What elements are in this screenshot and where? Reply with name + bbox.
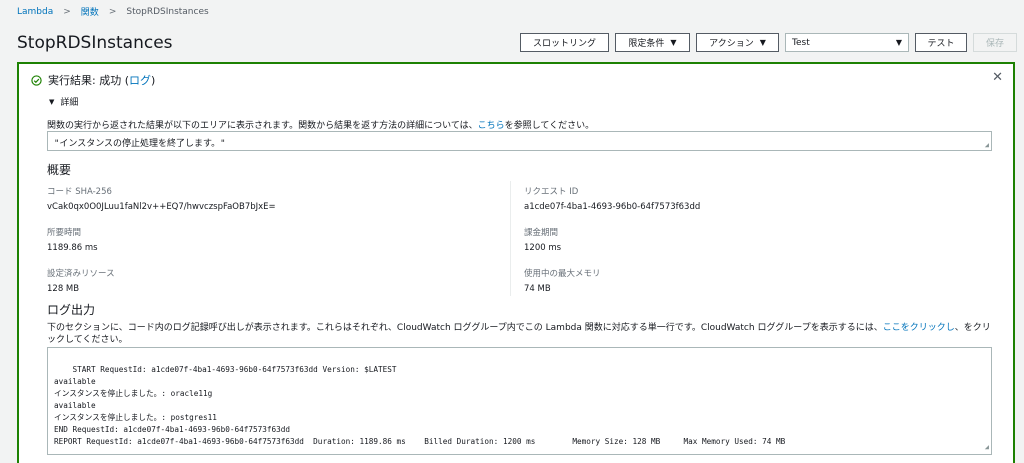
max-memory-label: 使用中の最大メモリ [524,269,601,279]
throttle-button[interactable]: スロットリング [520,33,609,52]
status-prefix: 実行結果: 成功 ( [48,74,129,87]
duration-label: 所要時間 [47,228,82,238]
toolbar: スロットリング 限定条件 ▼ アクション ▼ Test ▼ テスト 保存 [520,33,1017,52]
actions-label: アクション [709,39,754,49]
result-output-text: "インスタンスの停止処理を終了します。" [54,139,226,149]
test-event-value: Test [792,37,810,48]
request-id-value: a1cde07f-4ba1-4693-96b0-64f7573f63dd [524,202,701,212]
test-event-select[interactable]: Test ▼ [785,33,909,52]
caret-down-icon: ▼ [670,38,677,47]
status-text: 実行結果: 成功 (ログ) [48,72,155,88]
breadcrumb-functions[interactable]: 関数 [81,5,99,18]
success-check-icon [31,74,42,86]
details-label: 詳細 [60,98,79,108]
actions-button[interactable]: アクション ▼ [696,33,779,52]
request-id-label: リクエスト ID [524,187,579,197]
log-output-text: START RequestId: a1cde07f-4ba1-4693-96b0… [54,365,786,446]
cloudwatch-link[interactable]: ここをクリックし [883,323,955,333]
test-button[interactable]: テスト [915,33,967,52]
close-icon[interactable]: ✕ [992,70,1003,85]
throttle-label: スロットリング [532,39,596,49]
code-sha-value: vCak0qx0O0JLuu1faNl2v++EQ7/hwvczspFaOB7b… [47,202,276,212]
page-title: StopRDSInstances [17,33,173,53]
log-link[interactable]: ログ [129,74,151,87]
billed-duration-value: 1200 ms [524,243,562,253]
summary-heading: 概要 [47,163,72,177]
result-output-box[interactable]: "インスタンスの停止処理を終了します。" ◢ [47,131,992,151]
breadcrumb-current: StopRDSInstances [126,6,209,17]
result-desc-suffix: を参照してください。 [504,121,595,131]
details-toggle[interactable]: ▼ 詳細 [49,95,79,109]
breadcrumb: Lambda > 関数 > StopRDSInstances [17,5,209,19]
caret-down-icon: ▼ [759,38,766,47]
result-desc-prefix: 関数の実行から返された結果が以下のエリアに表示されます。関数から結果を返す方法の… [47,121,478,131]
log-output-box[interactable]: START RequestId: a1cde07f-4ba1-4693-96b0… [47,347,992,455]
resize-handle-icon[interactable]: ◢ [985,141,989,149]
execution-status: 実行結果: 成功 (ログ) [31,72,155,88]
chevron-right-icon: > [108,6,117,17]
resize-handle-icon[interactable]: ◢ [985,441,989,453]
execution-result-panel: 実行結果: 成功 (ログ) ✕ ▼ 詳細 関数の実行から返された結果が以下のエリ… [17,62,1015,463]
caret-down-icon: ▼ [895,38,902,47]
code-sha-label: コード SHA-256 [47,187,112,197]
status-suffix: ) [151,74,156,87]
qualifiers-button[interactable]: 限定条件 ▼ [615,33,690,52]
caret-down-icon: ▼ [49,97,55,106]
save-button[interactable]: 保存 [973,33,1017,52]
resources-value: 128 MB [47,284,80,294]
summary-divider [510,181,511,296]
resources-label: 設定済みリソース [47,269,115,279]
result-description: 関数の実行から返された結果が以下のエリアに表示されます。関数から結果を返す方法の… [47,118,594,131]
test-label: テスト [927,39,955,49]
billed-duration-label: 課金期間 [524,228,559,238]
log-description: 下のセクションに、コード内のログ記録呼び出しが表示されます。これらはそれぞれ、C… [47,322,997,346]
log-desc-prefix: 下のセクションに、コード内のログ記録呼び出しが表示されます。これらはそれぞれ、C… [47,323,883,333]
save-label: 保存 [985,39,1004,49]
chevron-right-icon: > [63,6,71,17]
result-docs-link[interactable]: こちら [478,121,505,131]
qualifiers-label: 限定条件 [628,39,665,49]
duration-value: 1189.86 ms [47,243,98,253]
max-memory-value: 74 MB [524,284,551,294]
log-output-heading: ログ出力 [47,303,96,317]
breadcrumb-lambda[interactable]: Lambda [17,7,53,17]
